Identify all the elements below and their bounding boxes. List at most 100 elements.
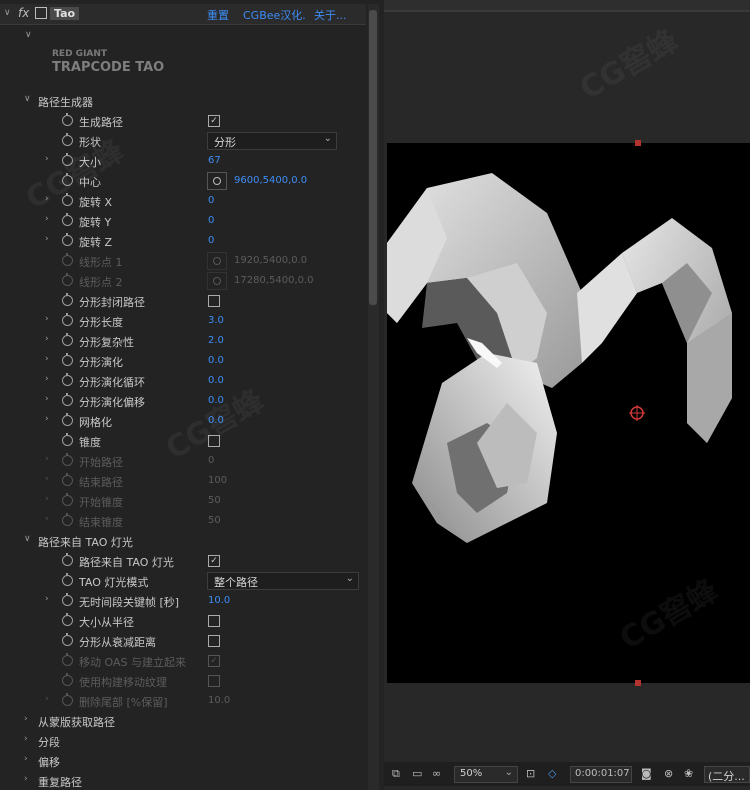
chevron-right-icon[interactable]: ›: [45, 474, 49, 484]
logo-chevron-icon[interactable]: ∨: [25, 30, 32, 40]
color-channels-icon[interactable]: ❀: [684, 767, 693, 780]
chevron-right-icon[interactable]: ›: [24, 734, 28, 744]
property-value[interactable]: 0.0: [208, 415, 224, 426]
property-value[interactable]: 3.0: [208, 315, 224, 326]
chevron-right-icon[interactable]: ›: [45, 694, 49, 704]
chevron-right-icon[interactable]: ›: [45, 154, 49, 164]
property-value[interactable]: 67: [208, 155, 221, 166]
chevron-right-icon[interactable]: ›: [45, 414, 49, 424]
stopwatch-icon[interactable]: [62, 133, 73, 146]
stopwatch-icon[interactable]: [62, 113, 73, 126]
stopwatch-icon[interactable]: [62, 253, 73, 266]
chevron-right-icon[interactable]: ›: [45, 454, 49, 464]
stopwatch-icon[interactable]: [62, 453, 73, 466]
property-value[interactable]: 10.0: [208, 595, 230, 606]
always-preview-icon[interactable]: ⧉: [392, 767, 400, 781]
stopwatch-icon[interactable]: [62, 553, 73, 566]
crosshair-icon[interactable]: [207, 172, 227, 190]
stopwatch-icon[interactable]: [62, 433, 73, 446]
point-value[interactable]: 9600,5400,0.0: [234, 175, 307, 186]
stopwatch-icon[interactable]: [62, 593, 73, 606]
stopwatch-icon[interactable]: [62, 493, 73, 506]
collapse-chevron-icon[interactable]: ∨: [4, 8, 11, 18]
stopwatch-icon[interactable]: [62, 513, 73, 526]
zoom-dropdown[interactable]: 50% ⌄: [454, 766, 518, 783]
chevron-right-icon[interactable]: ›: [24, 714, 28, 724]
crosshair-icon[interactable]: [207, 252, 227, 270]
stopwatch-icon[interactable]: [62, 153, 73, 166]
timecode-field[interactable]: 0:00:01:07: [570, 766, 632, 783]
about-link[interactable]: 关于...: [314, 7, 347, 23]
stopwatch-icon[interactable]: [62, 393, 73, 406]
stopwatch-icon[interactable]: [62, 373, 73, 386]
chevron-down-icon[interactable]: ∨: [24, 94, 31, 104]
property-value[interactable]: 0: [208, 455, 214, 466]
reset-link[interactable]: 重置: [207, 7, 229, 23]
camera-icon[interactable]: ◙: [641, 767, 652, 780]
group-label[interactable]: 偏移: [38, 754, 60, 770]
property-value[interactable]: 0: [208, 235, 214, 246]
chevron-right-icon[interactable]: ›: [45, 214, 49, 224]
chevron-right-icon[interactable]: ›: [45, 494, 49, 504]
stopwatch-icon[interactable]: [62, 313, 73, 326]
chevron-right-icon[interactable]: ›: [45, 374, 49, 384]
fit-icon[interactable]: ⊡: [526, 767, 535, 780]
group-label[interactable]: 路径来自 TAO 灯光: [38, 534, 133, 550]
point-value[interactable]: 1920,5400,0.0: [234, 255, 307, 266]
property-value[interactable]: 100: [208, 475, 227, 486]
snapshot-icon[interactable]: ⊗: [664, 767, 673, 780]
stopwatch-icon[interactable]: [62, 573, 73, 586]
stopwatch-icon[interactable]: [62, 353, 73, 366]
stopwatch-icon[interactable]: [62, 233, 73, 246]
property-value[interactable]: 0.0: [208, 375, 224, 386]
property-value[interactable]: 10.0: [208, 695, 230, 706]
property-value[interactable]: 0.0: [208, 355, 224, 366]
stopwatch-icon[interactable]: [62, 673, 73, 686]
property-checkbox[interactable]: [208, 675, 220, 687]
fx-toggle[interactable]: fx: [18, 6, 29, 20]
stopwatch-icon[interactable]: [62, 213, 73, 226]
chevron-right-icon[interactable]: ›: [45, 234, 49, 244]
property-checkbox[interactable]: [208, 295, 220, 307]
stopwatch-icon[interactable]: [62, 293, 73, 306]
mask-icon[interactable]: ◇: [548, 767, 556, 780]
property-value[interactable]: 50: [208, 495, 221, 506]
chevron-right-icon[interactable]: ›: [45, 314, 49, 324]
vr-icon[interactable]: ∞: [432, 767, 441, 780]
property-dropdown[interactable]: 分形 ⌄: [207, 132, 337, 150]
stopwatch-icon[interactable]: [62, 653, 73, 666]
stopwatch-icon[interactable]: [62, 633, 73, 646]
stopwatch-icon[interactable]: [62, 273, 73, 286]
property-value[interactable]: 0: [208, 215, 214, 226]
resolution-dropdown[interactable]: (二分...: [704, 766, 750, 783]
chevron-right-icon[interactable]: ›: [45, 354, 49, 364]
property-checkbox[interactable]: ✓: [208, 655, 220, 667]
property-checkbox[interactable]: ✓: [208, 555, 220, 567]
property-value[interactable]: 50: [208, 515, 221, 526]
property-value[interactable]: 0: [208, 195, 214, 206]
property-dropdown[interactable]: 整个路径 ⌄: [207, 572, 359, 590]
property-value[interactable]: 0.0: [208, 395, 224, 406]
stopwatch-icon[interactable]: [62, 693, 73, 706]
group-label[interactable]: 分段: [38, 734, 60, 750]
group-label[interactable]: 路径生成器: [38, 94, 93, 110]
chevron-right-icon[interactable]: ›: [45, 194, 49, 204]
stopwatch-icon[interactable]: [62, 473, 73, 486]
chevron-right-icon[interactable]: ›: [24, 774, 28, 784]
composition-canvas[interactable]: [387, 143, 750, 683]
chevron-right-icon[interactable]: ›: [45, 334, 49, 344]
property-checkbox[interactable]: [208, 435, 220, 447]
stopwatch-icon[interactable]: [62, 333, 73, 346]
stopwatch-icon[interactable]: [62, 173, 73, 186]
group-label[interactable]: 重复路径: [38, 774, 82, 790]
stopwatch-icon[interactable]: [62, 193, 73, 206]
top-handle[interactable]: [635, 140, 641, 146]
property-checkbox[interactable]: [208, 615, 220, 627]
bottom-handle[interactable]: [635, 680, 641, 686]
scrollbar-thumb[interactable]: [369, 10, 377, 305]
chevron-right-icon[interactable]: ›: [24, 754, 28, 764]
chevron-right-icon[interactable]: ›: [45, 514, 49, 524]
chevron-down-icon[interactable]: ∨: [24, 534, 31, 544]
cgbee-link[interactable]: CGBee汉化.: [243, 7, 306, 23]
crosshair-icon[interactable]: [207, 272, 227, 290]
